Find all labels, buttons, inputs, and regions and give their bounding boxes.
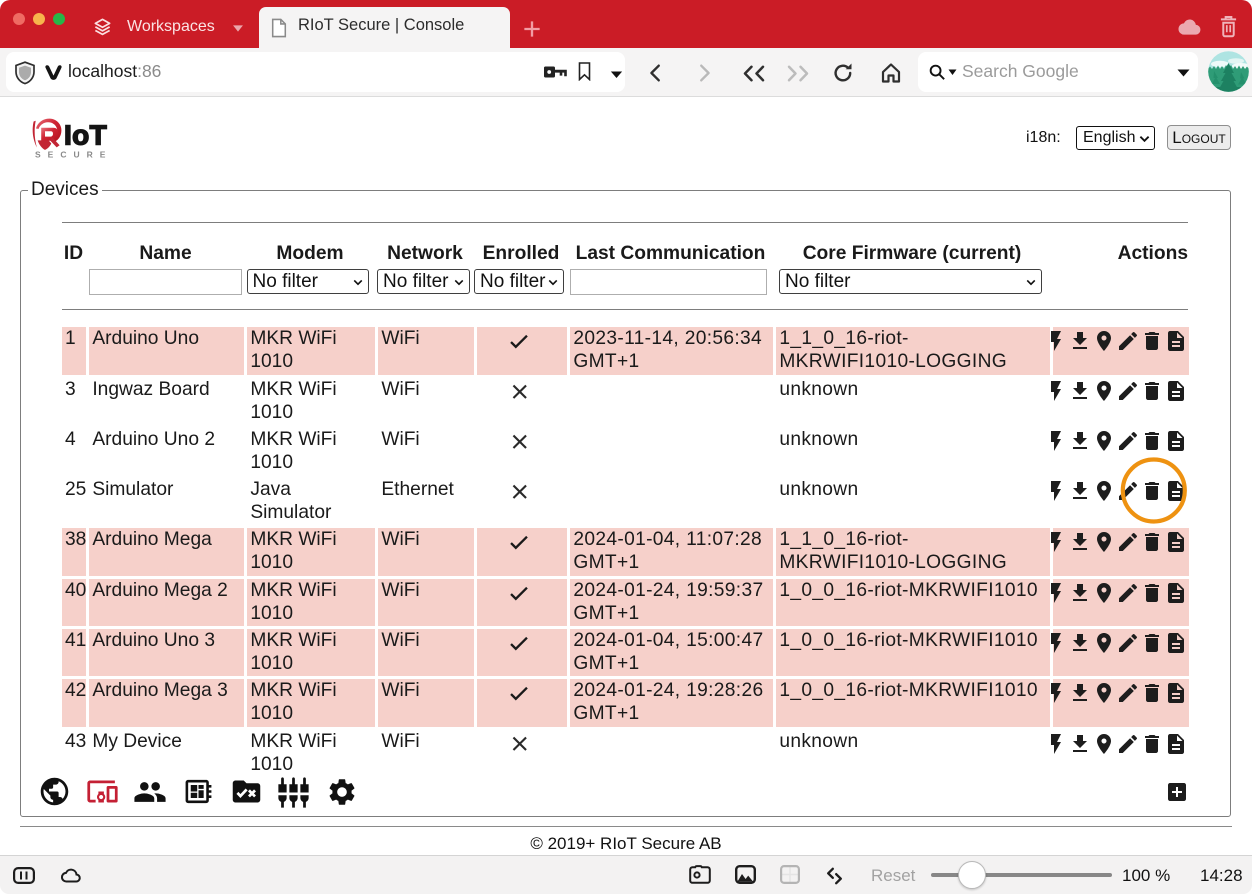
svg-text:SECURE: SECURE: [35, 150, 112, 160]
svg-text:IoT: IoT: [64, 120, 107, 151]
